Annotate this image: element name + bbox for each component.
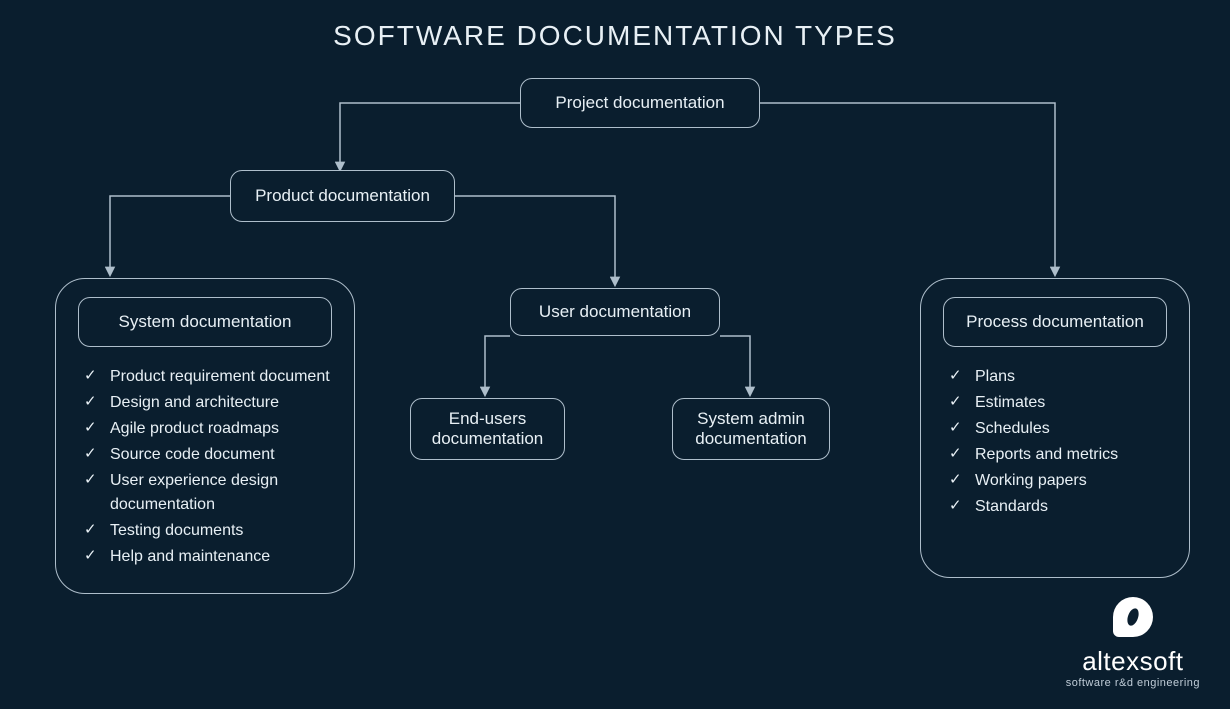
- list-item: Help and maintenance: [84, 545, 332, 569]
- list-item: Testing documents: [84, 519, 332, 543]
- altexsoft-logo-icon: [1113, 597, 1153, 637]
- panel-system-documentation: System documentation Product requirement…: [55, 278, 355, 594]
- node-product-documentation: Product documentation: [230, 170, 455, 222]
- list-item: Agile product roadmaps: [84, 417, 332, 441]
- list-item: Source code document: [84, 443, 332, 467]
- list-item: Reports and metrics: [949, 443, 1167, 467]
- list-item: Plans: [949, 365, 1167, 389]
- panel-list-process: Plans Estimates Schedules Reports and me…: [943, 365, 1167, 519]
- panel-header-system: System documentation: [78, 297, 332, 347]
- node-label: End-users documentation: [419, 409, 556, 449]
- list-item: Schedules: [949, 417, 1167, 441]
- panel-header-process: Process documentation: [943, 297, 1167, 347]
- node-label: User documentation: [539, 302, 691, 322]
- node-end-users-documentation: End-users documentation: [410, 398, 565, 460]
- list-item: Estimates: [949, 391, 1167, 415]
- panel-process-documentation: Process documentation Plans Estimates Sc…: [920, 278, 1190, 578]
- node-label: Project documentation: [555, 93, 724, 113]
- list-item: Standards: [949, 495, 1167, 519]
- list-item: Working papers: [949, 469, 1167, 493]
- diagram-title: SOFTWARE DOCUMENTATION TYPES: [0, 20, 1230, 52]
- list-item: User experience design documentation: [84, 469, 332, 517]
- logo: altexsoft software r&d engineering: [1066, 597, 1200, 689]
- logo-name: altexsoft: [1066, 646, 1200, 677]
- node-label: System admin documentation: [681, 409, 821, 449]
- panel-list-system: Product requirement document Design and …: [78, 365, 332, 569]
- list-item: Product requirement document: [84, 365, 332, 389]
- node-user-documentation: User documentation: [510, 288, 720, 336]
- node-system-admin-documentation: System admin documentation: [672, 398, 830, 460]
- node-label: Product documentation: [255, 186, 430, 206]
- node-project-documentation: Project documentation: [520, 78, 760, 128]
- list-item: Design and architecture: [84, 391, 332, 415]
- logo-tagline: software r&d engineering: [1066, 677, 1200, 689]
